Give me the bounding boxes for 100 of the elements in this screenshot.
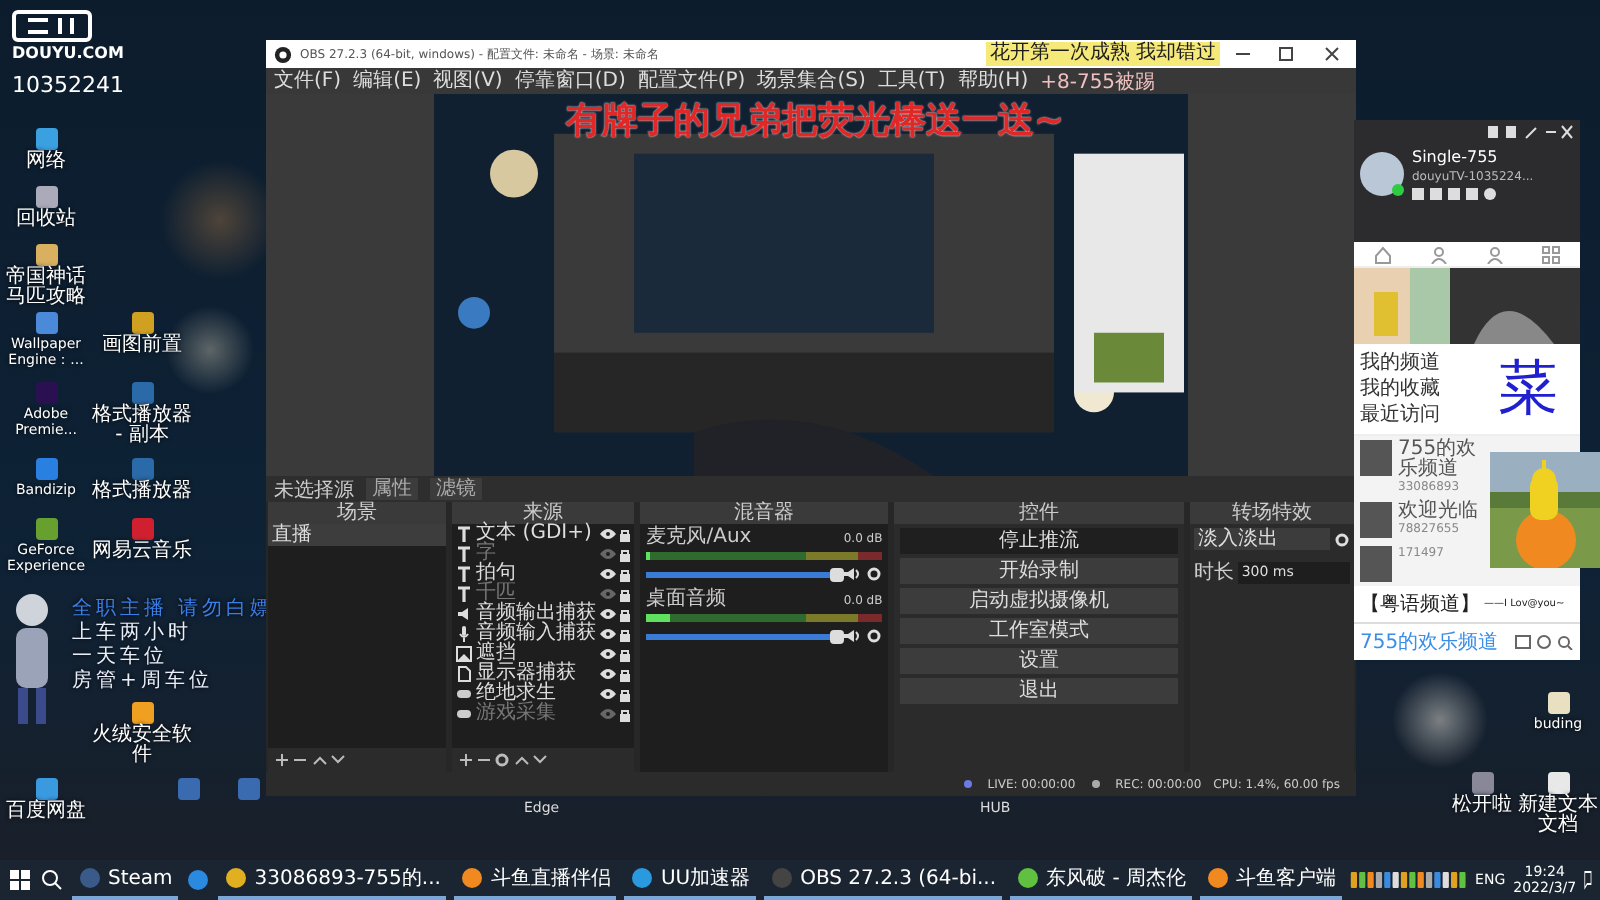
volume-slider[interactable] [646,571,839,577]
lock-icon[interactable] [620,567,631,581]
taskbar-app[interactable]: Steam [72,860,179,900]
record-icon [1087,778,1104,790]
menu-item[interactable]: 文件(F) [274,69,342,93]
app-icon[interactable] [33,126,59,152]
lock-icon[interactable] [620,667,631,681]
source-item[interactable]: 文本 (GDI+) [476,524,597,544]
volume-slider[interactable] [646,633,839,639]
eye-icon[interactable] [600,668,617,680]
control-button[interactable]: 工作室模式 [900,618,1178,644]
toolbar-icons-drawing[interactable] [458,752,551,768]
icon-label: 网易云音乐 [92,542,192,562]
toolbar-button[interactable]: 属性 [366,478,418,500]
taskbar-app[interactable]: 33086893-755的... [218,860,447,900]
panel-title: 来源 [452,502,635,524]
lock-icon[interactable] [620,687,631,701]
source-item[interactable]: 显示器捕获 [476,664,597,684]
source-item[interactable]: 音频输入捕获 [476,624,597,644]
menu-item[interactable]: 工具(T) [877,69,946,93]
app-icon [1016,866,1041,890]
taskbar-app[interactable]: UU加速器 [624,860,757,900]
speaker-icon[interactable] [844,628,861,644]
app-icon [1206,866,1231,890]
grid-icon[interactable] [1542,245,1561,264]
field-label: 时长 [1193,559,1234,586]
lock-icon[interactable] [620,547,631,561]
lock-icon[interactable] [620,707,631,721]
window-controls-icon[interactable] [1486,124,1574,140]
control-button[interactable]: 退出 [900,678,1178,704]
menu-item[interactable]: 视图(V) [433,69,503,93]
control-button[interactable]: 设置 [900,648,1178,674]
menu-item[interactable]: 停靠窗口(D) [514,69,626,93]
taskbar-app[interactable]: 斗鱼直播伴侣 [454,860,617,900]
taskbar-app[interactable]: OBS 27.2.3 (64-bi... [764,860,1003,900]
transition-dropdown[interactable]: 淡入淡出 [1193,528,1330,550]
text-icon [456,546,473,562]
source-item[interactable]: 拍句 [476,564,597,584]
search-icon[interactable] [40,868,64,892]
lock-icon[interactable] [620,647,631,661]
source-item[interactable]: 遮挡 [476,644,597,664]
notification-icon[interactable] [1584,870,1592,890]
lock-icon[interactable] [620,627,631,641]
tray-icons-drawing[interactable] [1350,870,1468,890]
toolbar-icons-drawing[interactable] [1514,634,1574,650]
eye-icon[interactable] [600,628,617,640]
app-icon[interactable] [129,310,155,336]
app-icon[interactable] [1545,770,1571,796]
user-icon[interactable] [1486,245,1505,264]
taskbar-app[interactable]: 斗鱼客户端 [1200,860,1343,900]
control-button[interactable]: 开始录制 [900,558,1178,584]
menu-item[interactable]: 编辑(E) [353,69,422,93]
scene-item[interactable]: 直播 [268,524,447,546]
panel-title: 控件 [894,502,1184,524]
menu-item[interactable]: 场景集合(S) [757,69,866,93]
lock-icon[interactable] [620,587,631,601]
lock-icon[interactable] [620,607,631,621]
app-icon[interactable] [129,380,155,406]
panel-title: 转场特效 [1189,502,1354,524]
source-item[interactable]: 音频输出捕获 [476,604,597,624]
thumbnail [1360,502,1392,538]
windows-start-icon[interactable] [8,868,32,892]
home-icon[interactable] [1373,245,1392,264]
control-button[interactable]: 启动虚拟摄像机 [900,588,1178,614]
app-icon[interactable] [33,184,59,210]
speaker-icon[interactable] [844,566,861,582]
menu-item[interactable]: 帮助(H) [957,69,1029,93]
menu-item[interactable]: 配置文件(P) [637,69,746,93]
speaker-icon [456,606,473,622]
eye-icon[interactable] [600,648,617,660]
room-title[interactable]: 755的欢乐频道 [1398,440,1486,480]
app-icon[interactable] [1469,770,1495,796]
settings-icon[interactable] [1334,531,1350,547]
eye-icon[interactable] [600,568,617,580]
menu-item[interactable]: 最近访问 [1360,404,1498,426]
source-item[interactable]: 千匹 [476,584,597,604]
app-icon[interactable] [1545,690,1571,716]
eye-icon[interactable] [600,608,617,620]
settings-icon[interactable] [866,566,883,582]
app-icon [460,866,485,890]
settings-icon[interactable] [866,628,883,644]
app-icon[interactable] [33,242,59,268]
toolbar-button[interactable]: 滤镜 [430,478,482,500]
control-button[interactable]: 停止推流 [900,528,1178,554]
source-item[interactable]: 绝地求生 [476,684,597,704]
menu-item[interactable]: 我的收藏 [1360,378,1498,400]
app-icon[interactable] [129,700,155,726]
toolbar-icons-drawing[interactable] [274,752,348,768]
text-icon [456,586,473,602]
icon-label: 百度网盘 [6,802,86,822]
app-icon[interactable] [33,776,59,802]
lock-icon[interactable] [620,527,631,541]
user-icon[interactable] [1429,245,1448,264]
source-item[interactable]: 字 [476,544,597,564]
eye-icon[interactable] [600,528,617,540]
room-title[interactable]: 欢迎光临 [1398,502,1486,522]
menu-item[interactable]: 我的频道 [1360,352,1498,374]
eye-icon[interactable] [600,688,617,700]
taskbar-app[interactable]: 东风破 - 周杰伦 [1010,860,1193,900]
source-item[interactable]: 游戏采集 [476,704,597,724]
